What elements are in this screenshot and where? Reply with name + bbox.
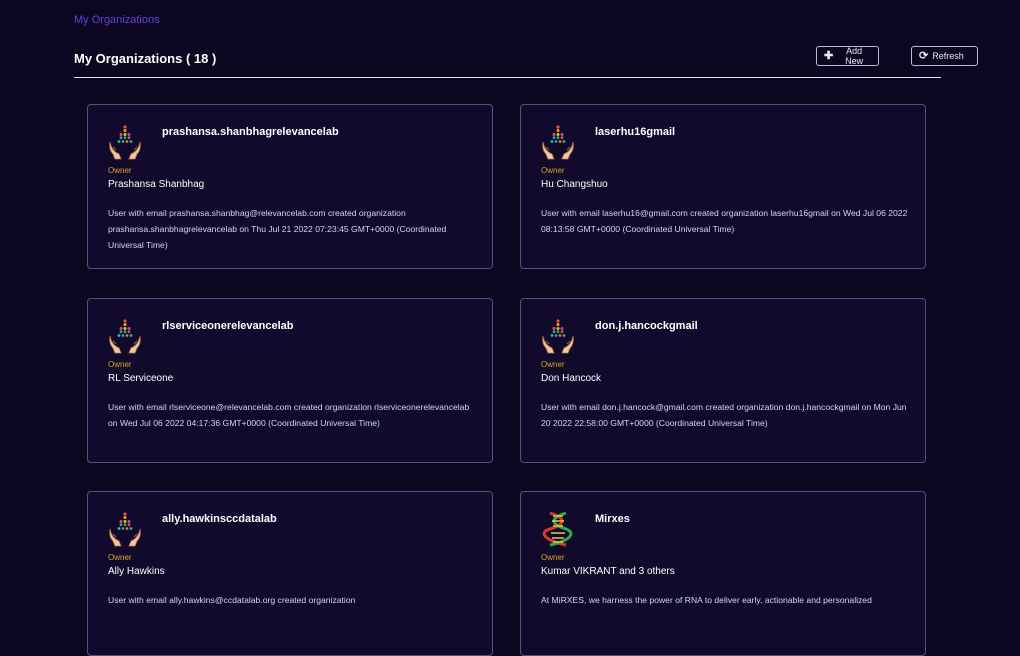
organization-owner: Don Hancock [541,373,602,384]
organization-card[interactable]: prashansa.shanbhagrelevancelab Owner Pra… [87,104,493,269]
breadcrumb-my-organizations[interactable]: My Organizations [74,14,160,26]
add-new-label: Add New [845,46,864,66]
hands-people-icon [109,318,141,354]
organization-name: ally.hawkinsccdatalab [162,513,277,525]
organization-owner: Prashansa Shanbhag [108,179,205,190]
page-header: My Organizations ( 18 ) ✚ Add New ⟳ Refr… [74,46,978,78]
organization-card[interactable]: don.j.hancockgmail Owner Don Hancock Use… [520,298,926,463]
refresh-button[interactable]: ⟳ Refresh [911,46,978,66]
organization-card[interactable]: laserhu16gmail Owner Hu Changshuo User w… [520,104,926,269]
organization-role: Owner [108,360,132,369]
refresh-label: Refresh [932,51,964,61]
organization-description: At MiRXES, we harness the power of RNA t… [541,595,872,605]
organization-description: User with email rlserviceone@relevancela… [108,402,470,428]
organization-card[interactable]: ally.hawkinsccdatalab Owner Ally Hawkins… [87,491,493,656]
hands-people-icon [109,125,141,160]
organization-role: Owner [108,166,132,175]
organization-owner: Hu Changshuo [541,179,608,190]
organization-owner: Ally Hawkins [108,566,165,577]
organization-name: laserhu16gmail [595,126,676,138]
organization-owner: Kumar VIKRANT and 3 others [541,566,675,577]
add-new-button[interactable]: ✚ Add New [816,46,879,66]
plus-icon: ✚ [824,49,834,62]
hands-people-icon [542,125,574,160]
organization-role: Owner [541,166,565,175]
organization-role: Owner [541,553,565,562]
organization-name: rlserviceonerelevancelab [162,320,294,332]
organization-description: User with email prashansa.shanbhag@relev… [108,208,447,250]
organization-name: don.j.hancockgmail [595,320,698,332]
organization-role: Owner [541,360,565,369]
dna-icon [542,511,573,547]
organization-owner: RL Serviceone [108,373,174,384]
organization-name: Mirxes [595,513,630,525]
refresh-icon: ⟳ [919,49,929,62]
organization-description: User with email laserhu16@gmail.com crea… [541,208,908,234]
hands-people-icon [109,512,141,547]
hands-people-icon [542,318,574,354]
organization-name: prashansa.shanbhagrelevancelab [162,126,339,138]
organization-role: Owner [108,553,132,562]
organization-card[interactable]: Mirxes Owner Kumar VIKRANT and 3 others … [520,491,926,656]
organization-card[interactable]: rlserviceonerelevancelab Owner RL Servic… [87,298,493,463]
organization-description: User with email ally.hawkins@ccdatalab.o… [108,595,356,605]
organization-description: User with email don.j.hancock@gmail.com … [541,402,907,428]
page-title: My Organizations ( 18 ) [74,51,217,66]
